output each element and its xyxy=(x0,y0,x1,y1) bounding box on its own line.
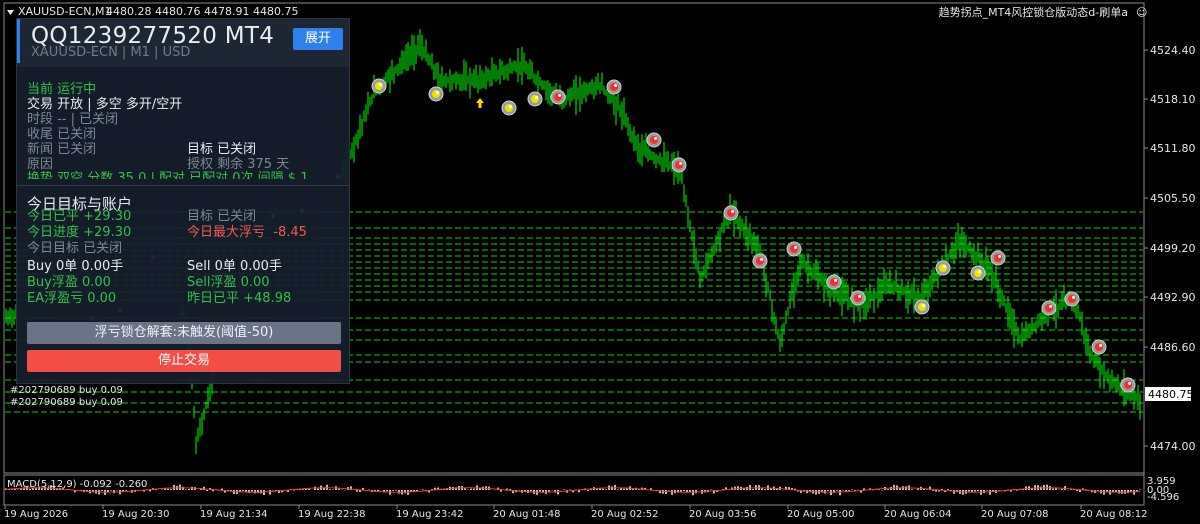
macd-label: MACD(5,12,9) -0.092 -0.260 xyxy=(7,479,147,490)
stop-trading-button[interactable]: 停止交易 xyxy=(27,350,341,372)
account-subtitle: XAUUSD-ECN | M1 | USD xyxy=(31,45,191,60)
reason-row: 原因 xyxy=(27,157,54,172)
target-row: 目标 已关闭 xyxy=(187,142,257,157)
current-price-label: 4480.75 xyxy=(1148,388,1194,401)
today-target: 今日目标 已关闭 xyxy=(27,241,123,256)
panel-divider xyxy=(17,185,349,186)
ohlc-values: 4480.28 4480.76 4478.91 4480.75 xyxy=(106,5,298,18)
sell-row: Sell 0单 0.00手 xyxy=(187,259,282,274)
time-tick-label: 19 Aug 20:30 xyxy=(102,509,169,520)
order-label: #202790689 buy 0.09 xyxy=(10,397,123,408)
time-tick-label: 20 Aug 08:12 xyxy=(1080,509,1147,520)
ea-name-label: 趋势拐点_MT4风控锁仓版动态d-刷单a xyxy=(939,5,1128,19)
ea-float: EA浮盈亏 0.00 xyxy=(27,291,117,306)
news-row: 新闻 已关闭 xyxy=(27,142,97,157)
tail-row: 收尾 已关闭 xyxy=(27,127,97,142)
chart-window[interactable]: 4524.40 4518.10 4511.80 4505.50 4499.20 4492.… xyxy=(0,0,1200,524)
order-label: #202790689 buy 0.09 xyxy=(10,385,123,396)
price-tick-label: 4524.40 xyxy=(1150,44,1196,57)
price-tick-label: 4511.80 xyxy=(1150,142,1196,155)
max-float-loss-value: -8.45 xyxy=(273,225,307,240)
time-tick-label: 20 Aug 06:04 xyxy=(884,509,951,520)
time-tick-label: 19 Aug 23:42 xyxy=(396,509,463,520)
trade-row: 交易 开放 | 多空 多开/空开 xyxy=(27,97,183,112)
period-row: 时段 -- | 已关闭 xyxy=(27,112,119,127)
yesterday-closed: 昨日已平 +48.98 xyxy=(187,291,292,306)
time-tick-label: 20 Aug 05:00 xyxy=(787,509,854,520)
max-float-loss-label: 今日最大浮亏 xyxy=(187,225,266,240)
sell-float: Sell浮盈 0.00 xyxy=(187,275,270,290)
smiley-icon[interactable]: ☺ xyxy=(1136,6,1147,19)
buy-float: Buy浮盈 0.00 xyxy=(27,275,111,290)
ea-control-panel: QQ1239277520 MT4 XAUUSD-ECN | M1 | USD 展… xyxy=(16,18,350,384)
price-tick-label: 4499.20 xyxy=(1150,242,1196,255)
status-row: 当前 运行中 xyxy=(27,82,97,97)
today-progress: 今日进度 +29.30 xyxy=(27,225,132,240)
price-tick-label: 4505.50 xyxy=(1150,192,1196,205)
price-tick-label: 4492.90 xyxy=(1150,291,1196,304)
price-tick-label: 4486.60 xyxy=(1150,341,1196,354)
time-tick-label: 19 Aug 22:38 xyxy=(298,509,365,520)
time-tick-label: 19 Aug 21:34 xyxy=(200,509,267,520)
time-tick-label: 19 Aug 2026 xyxy=(4,509,68,520)
time-tick-label: 20 Aug 07:08 xyxy=(981,509,1048,520)
time-tick-label: 20 Aug 01:48 xyxy=(493,509,560,520)
expand-button[interactable]: 展开 xyxy=(293,28,343,50)
price-tick-label: 4518.10 xyxy=(1150,93,1196,106)
buy-row: Buy 0单 0.00手 xyxy=(27,259,124,274)
time-tick-label: 20 Aug 02:52 xyxy=(591,509,658,520)
macd-scale-bottom: -4.596 xyxy=(1147,492,1179,503)
unlock-status-button[interactable]: 浮亏锁仓解套:未触发(阈值-50) xyxy=(27,322,341,344)
symbol-timeframe: XAUUSD-ECN,M1 xyxy=(18,5,111,18)
cut-row: 换势 双空 分数 35.0 | 配对 已配对 0次 间隔 $ 1 xyxy=(27,171,309,179)
time-tick-label: 20 Aug 03:56 xyxy=(689,509,756,520)
today-closed: 今日已平 +29.30 xyxy=(27,209,132,224)
target-closed: 目标 已关闭 xyxy=(187,209,257,224)
auth-row: 授权 剩余 375 天 xyxy=(187,157,290,172)
price-tick-label: 4474.00 xyxy=(1150,440,1196,453)
max-float-loss: 今日最大浮亏 -8.45 xyxy=(187,225,307,240)
panel-accent-bar xyxy=(17,19,20,63)
